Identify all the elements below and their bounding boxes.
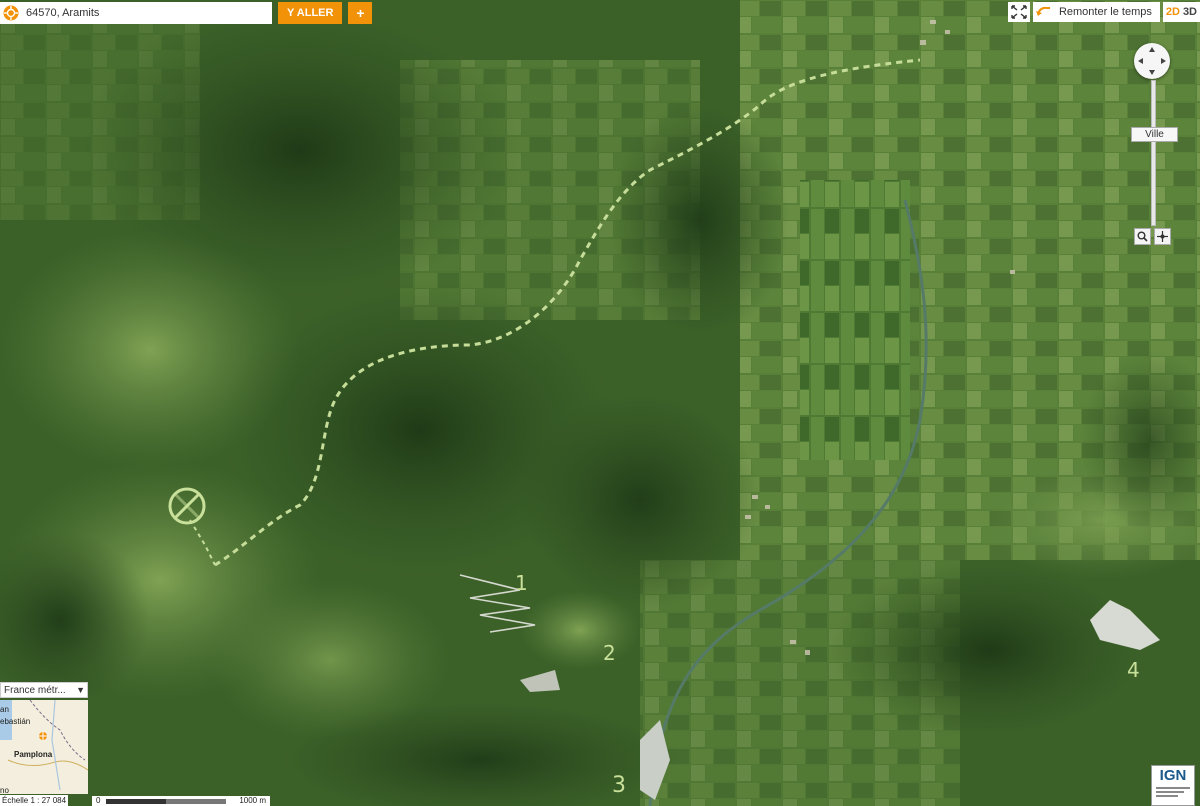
scale-ratio: Échelle 1 : 27 084: [0, 795, 69, 806]
pan-control[interactable]: [1134, 43, 1170, 79]
mode-3d-toggle[interactable]: 3D: [1183, 6, 1197, 18]
annotation-2: 2: [603, 641, 616, 665]
annotation-3: 3: [612, 773, 626, 798]
fullscreen-button[interactable]: [1007, 2, 1030, 22]
time-travel-label: Remonter le temps: [1058, 6, 1152, 18]
view-mode-switch: 2D 3D: [1162, 2, 1200, 22]
overview-map[interactable]: France métr... ▼ an ebastián Pamplona no: [0, 682, 88, 794]
place-label: ebastián: [0, 717, 31, 726]
overview-map-canvas[interactable]: an ebastián Pamplona no: [0, 700, 88, 794]
territory-select[interactable]: France métr... ▼: [0, 682, 88, 698]
magnifier-icon: [1137, 231, 1148, 242]
annotation-4: 4: [1127, 658, 1140, 682]
aerial-map[interactable]: 1 2 3 4: [0, 0, 1200, 806]
scale-graphic: [106, 799, 226, 804]
search-input[interactable]: [22, 2, 272, 24]
mode-2d-toggle[interactable]: 2D: [1166, 6, 1180, 18]
annotation-1: 1: [515, 571, 528, 595]
search-bar: Y ALLER +: [0, 2, 373, 24]
add-button[interactable]: +: [348, 2, 373, 24]
zoom-search-button[interactable]: [1134, 228, 1151, 245]
history-arrow-icon: [1035, 6, 1050, 16]
logo-text: IGN: [1159, 767, 1187, 784]
place-label: Pamplona: [14, 750, 53, 759]
zoom-tools: [1134, 228, 1174, 245]
go-button[interactable]: Y ALLER: [278, 2, 343, 24]
scale-zero: 0: [96, 796, 101, 805]
scale-bar: 0 1000 m: [92, 796, 270, 806]
crosshair-icon: [1157, 231, 1168, 242]
place-label: no: [0, 786, 9, 794]
chevron-down-icon: ▼: [76, 685, 85, 695]
ign-logo[interactable]: IGN: [1151, 765, 1195, 806]
zoom-level-label[interactable]: Ville: [1131, 127, 1178, 142]
territory-label: France métr...: [4, 684, 66, 696]
pan-arrows-icon: [1138, 47, 1166, 75]
top-right-toolbar: Remonter le temps 2D 3D: [1007, 2, 1200, 22]
center-button[interactable]: [1154, 228, 1171, 245]
locate-icon[interactable]: [0, 2, 22, 24]
fullscreen-icon: [1011, 5, 1027, 19]
time-travel-button[interactable]: Remonter le temps: [1032, 2, 1160, 22]
zoom-slider[interactable]: [1151, 80, 1156, 226]
scale-distance: 1000 m: [239, 796, 266, 805]
place-label: an: [0, 705, 9, 714]
